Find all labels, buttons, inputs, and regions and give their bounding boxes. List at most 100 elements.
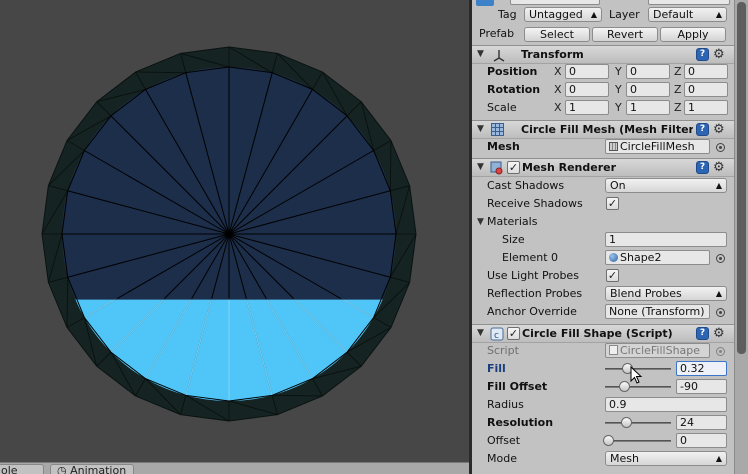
- radius-field[interactable]: 0.9: [605, 397, 727, 412]
- help-icon[interactable]: ?: [696, 123, 709, 136]
- prefab-select-label: Select: [540, 28, 574, 41]
- tab-console[interactable]: ole: [0, 464, 44, 474]
- reflection-probes-dropdown[interactable]: Blend Probes ▲: [605, 286, 727, 301]
- position-y-field[interactable]: 0: [626, 64, 670, 79]
- dropdown-arrow-icon: ▲: [590, 10, 597, 19]
- fill-label: Fill: [487, 362, 506, 375]
- fill-value-field[interactable]: 0.32: [676, 361, 727, 376]
- dropdown-arrow-icon: ▲: [715, 289, 722, 298]
- prefab-revert-button[interactable]: Revert: [592, 27, 658, 42]
- circle-fill-shape-enabled-checkbox[interactable]: ✓: [507, 327, 520, 340]
- mesh-ring-edge: [272, 394, 323, 397]
- help-icon[interactable]: ?: [696, 161, 709, 174]
- target-icon: [716, 347, 725, 356]
- offset-slider-knob[interactable]: [603, 435, 614, 446]
- scale-y-field[interactable]: 1: [626, 100, 670, 115]
- position-x-field[interactable]: 0: [565, 64, 609, 79]
- target-icon[interactable]: [716, 143, 725, 152]
- prefab-apply-button[interactable]: Apply: [660, 27, 726, 42]
- z-axis-label: Z: [674, 65, 682, 78]
- resolution-slider-track[interactable]: [605, 422, 671, 424]
- gear-icon[interactable]: ⚙: [713, 161, 725, 174]
- fill-offset-slider-track[interactable]: [605, 386, 671, 388]
- foldout-arrow-icon[interactable]: ▼: [477, 328, 484, 338]
- foldout-arrow-icon[interactable]: ▼: [477, 217, 484, 227]
- rotation-y-field[interactable]: 0: [626, 82, 670, 97]
- anchor-override-field[interactable]: None (Transform): [605, 304, 710, 319]
- object-name-field[interactable]: [510, 0, 600, 5]
- foldout-arrow-icon[interactable]: ▼: [477, 49, 484, 59]
- mode-label: Mode: [487, 452, 517, 465]
- help-icon[interactable]: ?: [696, 327, 709, 340]
- tab-animation[interactable]: ◷ Animation: [50, 464, 134, 474]
- offset-value-field[interactable]: 0: [676, 433, 727, 448]
- receive-shadows-label: Receive Shadows: [487, 197, 583, 210]
- scene-view[interactable]: [0, 0, 469, 462]
- light-probes-row: Use Light Probes ✓: [472, 267, 734, 285]
- circle-fill-shape-header[interactable]: ▼ c ✓ Circle Fill Shape (Script) ? ⚙: [472, 324, 734, 343]
- gear-icon[interactable]: ⚙: [713, 123, 725, 136]
- script-label: Script: [487, 344, 519, 357]
- mesh-renderer-header[interactable]: ▼ ✓ Mesh Renderer ? ⚙: [472, 158, 734, 177]
- rotation-z-field[interactable]: 0: [684, 82, 728, 97]
- z-axis-label: Z: [674, 101, 682, 114]
- radius-row: Radius 0.9: [472, 396, 734, 414]
- foldout-arrow-icon[interactable]: ▼: [477, 162, 484, 172]
- element0-object-field[interactable]: Shape2: [605, 250, 710, 265]
- fill-offset-slider-knob[interactable]: [619, 381, 630, 392]
- object-name-row: [472, 0, 734, 6]
- target-icon[interactable]: [716, 254, 725, 263]
- mesh-ring-edge: [66, 277, 69, 328]
- reflection-probes-value: Blend Probes: [610, 287, 682, 300]
- help-icon[interactable]: ?: [696, 48, 709, 61]
- scale-label: Scale: [487, 101, 517, 114]
- element0-row: Element 0 Shape2: [472, 249, 734, 267]
- target-icon[interactable]: [716, 308, 725, 317]
- mesh-label: Mesh: [487, 140, 520, 153]
- receive-shadows-checkbox[interactable]: ✓: [606, 197, 619, 210]
- script-file-icon: [609, 345, 618, 355]
- mesh-filter-header[interactable]: ▼ Circle Fill Mesh (Mesh Filter) ? ⚙: [472, 120, 734, 139]
- materials-row[interactable]: ▼ Materials: [472, 213, 734, 231]
- cast-shadows-value: On: [610, 179, 626, 192]
- tab-console-label: ole: [1, 464, 18, 474]
- rotation-x-field[interactable]: 0: [565, 82, 609, 97]
- unity-editor: ole ◷ Animation Tag Untagged ▲ Layer Defa…: [0, 0, 748, 474]
- static-field[interactable]: [648, 0, 730, 5]
- anchor-override-row: Anchor Override None (Transform): [472, 303, 734, 321]
- resolution-row: Resolution 24: [472, 414, 734, 432]
- tab-animation-label: Animation: [70, 464, 127, 474]
- fill-offset-label: Fill Offset: [487, 380, 548, 393]
- offset-slider-track[interactable]: [605, 440, 671, 442]
- cast-shadows-dropdown[interactable]: On ▲: [605, 178, 727, 193]
- scrollbar-thumb[interactable]: [737, 2, 746, 354]
- script-icon: c: [490, 327, 504, 341]
- inspector-scrollbar[interactable]: [734, 0, 748, 474]
- mode-dropdown[interactable]: Mesh ▲: [605, 451, 727, 466]
- scale-x-field[interactable]: 1: [565, 100, 609, 115]
- tag-layer-row: Tag Untagged ▲ Layer Default ▲: [472, 6, 734, 24]
- foldout-arrow-icon[interactable]: ▼: [477, 124, 484, 134]
- mesh-renderer-enabled-checkbox[interactable]: ✓: [507, 161, 520, 174]
- prefab-select-button[interactable]: Select: [524, 27, 590, 42]
- mesh-value: CircleFillMesh: [620, 140, 695, 153]
- script-row: Script CircleFillShape: [472, 342, 734, 360]
- tag-dropdown[interactable]: Untagged ▲: [524, 7, 602, 22]
- fill-offset-value-field[interactable]: -90: [676, 379, 727, 394]
- scale-z-field[interactable]: 1: [684, 100, 728, 115]
- gear-icon[interactable]: ⚙: [713, 48, 725, 61]
- cast-shadows-row: Cast Shadows On ▲: [472, 177, 734, 195]
- layer-label: Layer: [609, 8, 640, 21]
- mesh-row: Mesh CircleFillMesh: [472, 138, 734, 156]
- resolution-slider-knob[interactable]: [621, 417, 632, 428]
- receive-shadows-row: Receive Shadows ✓: [472, 195, 734, 213]
- resolution-value-field[interactable]: 24: [676, 415, 727, 430]
- transform-header[interactable]: ▼ Transform ? ⚙: [472, 45, 734, 64]
- gear-icon[interactable]: ⚙: [713, 327, 725, 340]
- position-z-field[interactable]: 0: [684, 64, 728, 79]
- layer-dropdown[interactable]: Default ▲: [648, 7, 727, 22]
- materials-size-field[interactable]: 1: [605, 232, 727, 247]
- mesh-object-field[interactable]: CircleFillMesh: [605, 139, 710, 154]
- light-probes-checkbox[interactable]: ✓: [606, 269, 619, 282]
- y-axis-label: Y: [615, 65, 622, 78]
